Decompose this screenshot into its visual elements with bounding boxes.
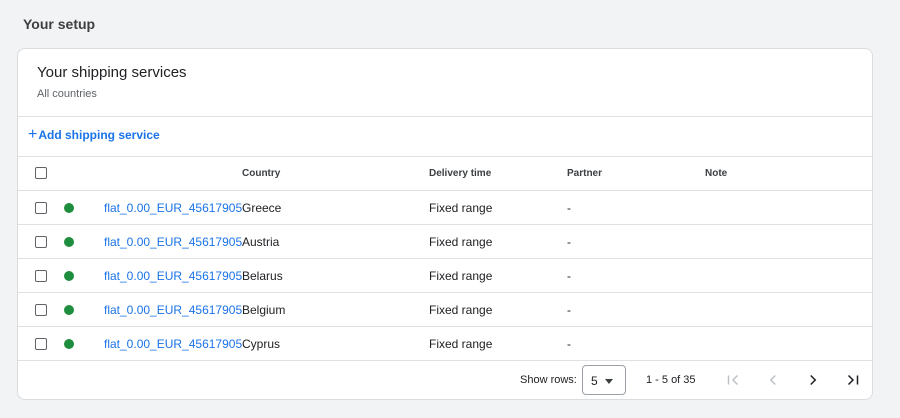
country-cell: Austria <box>242 235 280 249</box>
previous-page-button[interactable] <box>761 368 785 392</box>
partner-cell: - <box>567 269 571 283</box>
partner-cell: - <box>567 337 571 351</box>
shipping-services-card: Your shipping services All countries + A… <box>17 48 873 400</box>
rows-per-page-label: Show rows: <box>520 374 577 386</box>
table-row: flat_0.00_EUR_45617905 Austria Fixed ran… <box>18 225 872 259</box>
service-name-link[interactable]: flat_0.00_EUR_45617905 <box>104 201 242 215</box>
partner-cell: - <box>567 235 571 249</box>
delivery-time-cell: Fixed range <box>429 201 493 215</box>
select-all-checkbox[interactable] <box>35 167 47 179</box>
row-checkbox[interactable] <box>35 304 47 316</box>
country-cell: Greece <box>242 201 282 215</box>
first-page-button[interactable] <box>721 368 745 392</box>
first-page-icon <box>727 374 739 386</box>
card-title: Your shipping services <box>37 64 187 81</box>
column-header-country: Country <box>242 168 281 179</box>
delivery-time-cell: Fixed range <box>429 303 493 317</box>
status-dot <box>64 271 74 281</box>
row-checkbox[interactable] <box>35 236 47 248</box>
delivery-time-cell: Fixed range <box>429 269 493 283</box>
partner-cell: - <box>567 201 571 215</box>
table-row: flat_0.00_EUR_45617905 Belgium Fixed ran… <box>18 293 872 327</box>
add-shipping-service-button[interactable]: + Add shipping service <box>28 126 160 143</box>
service-name-link[interactable]: flat_0.00_EUR_45617905 <box>104 303 242 317</box>
section-title: Your setup <box>23 16 96 32</box>
table-row: flat_0.00_EUR_45617905 Cyprus Fixed rang… <box>18 327 872 361</box>
previous-page-icon <box>769 374 776 386</box>
card-header: Your shipping services All countries <box>18 49 872 117</box>
next-page-button[interactable] <box>801 368 825 392</box>
plus-icon: + <box>28 126 38 143</box>
service-name-link[interactable]: flat_0.00_EUR_45617905 <box>104 269 242 283</box>
rows-per-page-select[interactable]: 5 <box>582 365 626 395</box>
status-dot <box>64 339 74 349</box>
next-page-icon <box>810 374 817 386</box>
status-dot <box>64 203 74 213</box>
row-checkbox[interactable] <box>35 202 47 214</box>
pagination-bar: Show rows: 5 1 - 5 of 35 <box>18 362 872 399</box>
country-cell: Cyprus <box>242 337 281 351</box>
last-page-button[interactable] <box>841 368 865 392</box>
table-row: flat_0.00_EUR_45617905 Greece Fixed rang… <box>18 191 872 225</box>
service-name-link[interactable]: flat_0.00_EUR_45617905 <box>104 235 242 249</box>
add-row: + Add shipping service <box>18 117 872 157</box>
table-row: flat_0.00_EUR_45617905 Belarus Fixed ran… <box>18 259 872 293</box>
column-header-note: Note <box>705 168 728 179</box>
rows-per-page-value: 5 <box>591 374 598 388</box>
row-checkbox[interactable] <box>35 338 47 350</box>
delivery-time-cell: Fixed range <box>429 235 493 249</box>
add-shipping-service-label: Add shipping service <box>38 128 160 142</box>
last-page-icon <box>847 374 859 386</box>
column-header-delivery-time: Delivery time <box>429 168 492 179</box>
card-subtitle: All countries <box>37 88 97 100</box>
partner-cell: - <box>567 303 571 317</box>
country-cell: Belarus <box>242 269 283 283</box>
column-header-partner: Partner <box>567 168 603 179</box>
country-cell: Belgium <box>242 303 286 317</box>
row-checkbox[interactable] <box>35 270 47 282</box>
page-range: 1 - 5 of 35 <box>646 374 696 386</box>
status-dot <box>64 237 74 247</box>
delivery-time-cell: Fixed range <box>429 337 493 351</box>
caret-down-icon <box>605 379 613 384</box>
service-name-link[interactable]: flat_0.00_EUR_45617905 <box>104 337 242 351</box>
status-dot <box>64 305 74 315</box>
table-header: Country Delivery time Partner Note <box>18 157 872 191</box>
